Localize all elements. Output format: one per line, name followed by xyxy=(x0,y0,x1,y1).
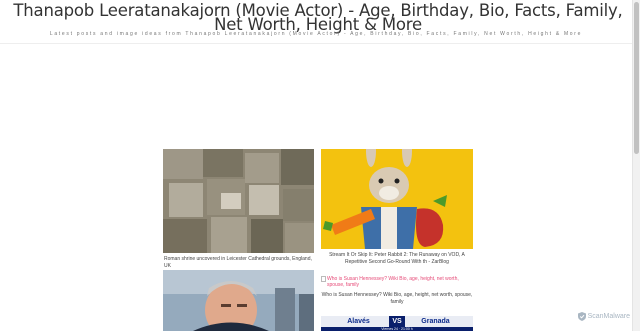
scrollbar[interactable] xyxy=(632,0,640,331)
site-tagline: Latest posts and image ideas from Thanap… xyxy=(49,31,583,37)
post-card[interactable]: Alavés Granada VS Viernes 24 · 21:00 h xyxy=(321,316,473,331)
post-caption[interactable]: Who is Susan Hennessey? Wiki Bio, age, h… xyxy=(321,292,473,306)
vs-badge: VS xyxy=(389,316,405,327)
scroll-thumb[interactable] xyxy=(634,2,639,154)
post-card[interactable]: Roman shrine uncovered in Leicester Cath… xyxy=(163,149,314,270)
broken-image-alt[interactable]: Who is Susan Hennessey? Wiki Bio, age, h… xyxy=(327,276,473,288)
post-image[interactable] xyxy=(321,149,473,249)
post-card[interactable] xyxy=(163,270,314,331)
shield-icon xyxy=(577,312,586,321)
broken-image-link[interactable]: Who is Susan Hennessey? Wiki Bio, age, h… xyxy=(321,276,473,288)
watermark-text: ScanMalware xyxy=(587,313,630,320)
post-card[interactable]: Who is Susan Hennessey? Wiki Bio, age, h… xyxy=(321,276,473,306)
match-date: Viernes 24 · 21:00 h xyxy=(381,327,413,331)
site-title[interactable]: Thanapob Leeratanakajorn (Movie Actor) -… xyxy=(4,2,632,33)
post-caption[interactable]: Roman shrine uncovered in Leicester Cath… xyxy=(163,256,314,270)
post-card[interactable]: Stream It Or Skip It: Peter Rabbit 2: Th… xyxy=(321,149,473,266)
post-image[interactable] xyxy=(163,149,314,253)
post-image[interactable] xyxy=(163,270,314,331)
broken-image-icon xyxy=(321,276,326,282)
post-caption[interactable]: Stream It Or Skip It: Peter Rabbit 2: Th… xyxy=(321,252,473,266)
team-right-label: Granada xyxy=(398,316,473,327)
site-header: Thanapob Leeratanakajorn (Movie Actor) -… xyxy=(0,0,632,44)
watermark: ScanMalware xyxy=(577,312,630,321)
team-left-label: Alavés xyxy=(321,316,396,327)
match-banner[interactable]: Alavés Granada VS Viernes 24 · 21:00 h xyxy=(321,316,473,331)
